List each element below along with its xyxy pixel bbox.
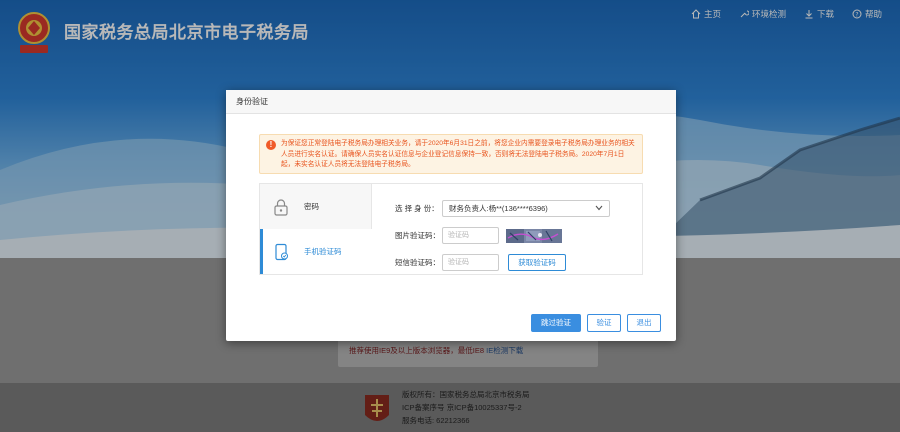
identity-label: 选 择 身 份： [395,204,439,213]
get-sms-code-button[interactable]: 获取验证码 [508,254,566,271]
lock-icon [272,198,290,216]
verification-tabs: 密码 手机验证码 [260,184,372,274]
tab-sms-code-label: 手机验证码 [304,247,342,256]
captcha-label: 图片验证码： [395,231,440,240]
captcha-image[interactable] [506,228,562,243]
identity-verification-dialog: 身份验证 ! 为保证您正常登陆电子税务局办理相关业务，请于2020年6月31日之… [226,90,676,341]
exit-button[interactable]: 退出 [627,314,661,332]
captcha-input[interactable]: 验证码 [442,227,499,244]
skip-verification-button[interactable]: 跳过验证 [531,314,581,332]
captcha-row: 图片验证码： 验证码 [395,227,562,244]
phone-icon [272,243,290,261]
dialog-actions: 跳过验证 验证 退出 [531,314,661,332]
warning-icon: ! [266,140,276,150]
real-name-notice: ! 为保证您正常登陆电子税务局办理相关业务，请于2020年6月31日之前，将您企… [259,134,643,174]
sms-row: 短信验证码： 验证码 获取验证码 [395,254,566,271]
identity-selected-value: 财务负责人:杨**(136****6396) [449,204,548,213]
identity-select[interactable]: 财务负责人:杨**(136****6396) [442,200,610,217]
tab-password-label: 密码 [304,202,319,211]
verify-button[interactable]: 验证 [587,314,621,332]
sms-code-input[interactable]: 验证码 [442,254,499,271]
dialog-title: 身份验证 [226,90,676,114]
verification-panel: 密码 手机验证码 选 择 身 份： 财务负责人:杨**(136****6396) [259,183,643,275]
sms-label: 短信验证码： [395,258,440,267]
chevron-down-icon [595,204,603,213]
tab-sms-code[interactable]: 手机验证码 [260,229,372,274]
tab-password[interactable]: 密码 [260,184,372,229]
identity-row: 选 择 身 份： 财务负责人:杨**(136****6396) [395,200,610,217]
notice-text: 为保证您正常登陆电子税务局办理相关业务，请于2020年6月31日之前，将您企业内… [281,140,635,168]
